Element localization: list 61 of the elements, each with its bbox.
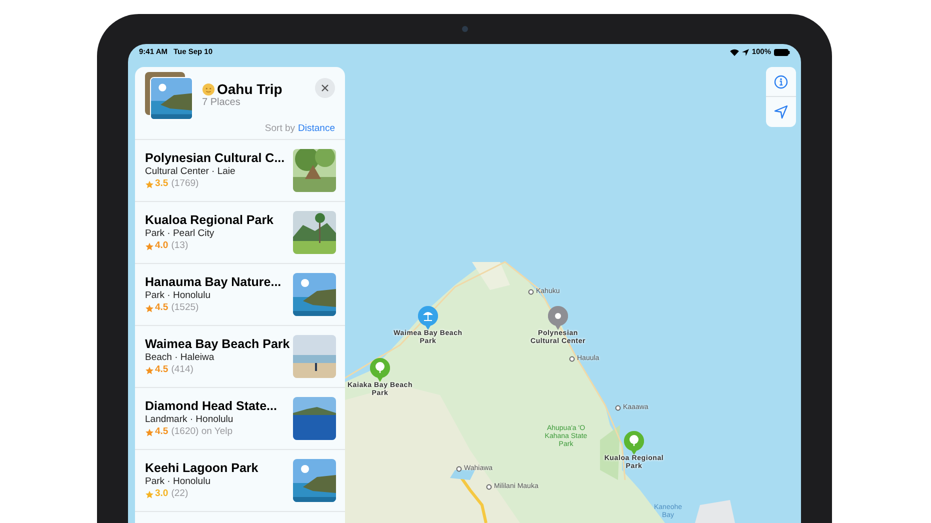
place-name: Polynesian Cultural C... [145, 151, 285, 166]
review-count: (414) [171, 364, 194, 376]
place-row[interactable]: Hanauma Bay Nature... Park · Honolulu 4.5 (1525) [135, 263, 345, 325]
place-category: Park · Honolulu [145, 290, 212, 302]
wifi-icon [730, 48, 739, 56]
place-name: Waimea Bay Beach Park [145, 337, 290, 352]
distant-land [695, 500, 735, 523]
review-count: (22) [171, 488, 188, 500]
close-button[interactable] [315, 78, 335, 98]
place-category: Landmark · Honolulu [145, 414, 234, 426]
place-category: Park · Honolulu [145, 476, 212, 488]
rating-score: 4.5 [155, 364, 168, 376]
place-count: 7 Places [202, 97, 242, 109]
close-icon [321, 84, 329, 92]
place-category: Park · Pearl City [145, 228, 216, 240]
town-dot-icon [569, 356, 575, 362]
place-name: Kualoa Regional Park [145, 213, 274, 228]
smiley-icon [202, 82, 215, 96]
sort-label: Sort by [264, 123, 296, 135]
star-icon [145, 428, 154, 436]
battery-icon [774, 48, 790, 56]
rating-score: 4.0 [155, 240, 168, 252]
park-pin-icon[interactable] [370, 358, 390, 382]
place-row[interactable]: Kualoa Regional Park Park · Pearl City 4.0 (13) [135, 201, 345, 263]
guide-title: Oahu Trip [217, 81, 282, 97]
star-icon [145, 490, 154, 498]
rating-score: 4.5 [155, 426, 168, 438]
place-category: Beach · Haleiwa [145, 352, 216, 364]
place-row[interactable]: Diamond Head State... Landmark · Honolulu 4.5 (1620) on Yelp [135, 387, 345, 449]
landmark-pin-icon[interactable] [548, 306, 568, 330]
open-land-area [472, 262, 510, 290]
rating-score: 4.5 [155, 302, 168, 314]
location-icon [742, 48, 749, 56]
review-count: (1525) [171, 302, 199, 314]
star-icon [145, 180, 154, 188]
rating-score: 3.0 [155, 488, 168, 500]
beach-pin-icon[interactable] [418, 306, 438, 330]
star-icon [145, 242, 154, 250]
camera-icon [462, 26, 468, 32]
reservoir [450, 470, 475, 480]
place-category: Cultural Center · Laie [145, 166, 236, 178]
rating-score: 3.5 [155, 178, 168, 190]
info-icon [774, 74, 788, 88]
place-name: Hanauma Bay Nature... [145, 275, 282, 290]
town-dot-icon [486, 484, 492, 490]
star-icon [145, 304, 154, 312]
town-dot-icon [456, 466, 462, 472]
place-row[interactable]: Waimea Bay Beach Park Beach · Haleiwa 4.5 (414) [135, 325, 345, 387]
sort-option-link[interactable]: Distance [298, 123, 335, 135]
review-count: (1620) on Yelp [171, 426, 232, 438]
place-row[interactable]: Polynesian Cultural C... Cultural Center · Laie 3.5 (1769) [135, 139, 345, 201]
review-count: (13) [171, 240, 188, 252]
town-dot-icon [528, 289, 534, 296]
town-dot-icon [615, 405, 621, 412]
star-icon [145, 366, 154, 374]
place-name: Keehi Lagoon Park [145, 461, 258, 476]
park-pin-icon[interactable] [624, 431, 644, 455]
place-name: Diamond Head State... [145, 399, 277, 414]
navigation-arrow-icon [774, 105, 788, 119]
review-count: (1769) [171, 178, 199, 190]
place-row[interactable]: Keehi Lagoon Park Park · Honolulu 3.0 (22) [135, 449, 345, 511]
